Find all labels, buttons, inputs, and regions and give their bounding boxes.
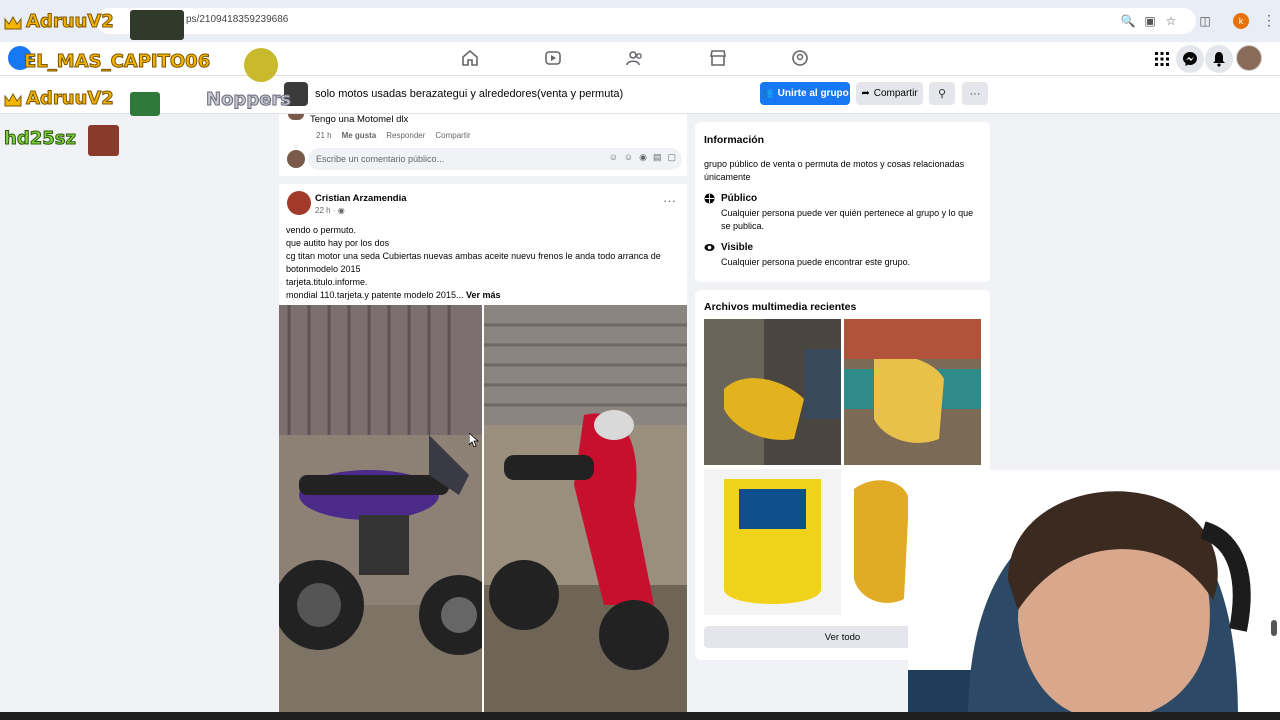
join-group-icon: 👥 bbox=[761, 88, 774, 99]
browser-toolbar: ps/2109418359239686 🔍 ▣ ☆ ◫ k ⋮ bbox=[0, 0, 1280, 42]
more-horizontal-icon: ··· bbox=[969, 87, 981, 100]
media-thumbnail[interactable] bbox=[704, 469, 841, 615]
sticker-icon[interactable]: ▢ bbox=[667, 152, 676, 163]
group-title[interactable]: solo motos usadas berazategui y alrededo… bbox=[315, 88, 623, 100]
chat-username: AdruuV2 bbox=[26, 88, 115, 110]
gif-icon[interactable]: ▤ bbox=[653, 152, 662, 163]
home-icon[interactable] bbox=[460, 48, 480, 68]
gaming-icon[interactable] bbox=[790, 48, 810, 68]
user-avatar[interactable] bbox=[1236, 45, 1262, 71]
zoom-icon[interactable]: 🔍 bbox=[1120, 13, 1136, 29]
group-search-button[interactable]: ⚲ bbox=[929, 82, 955, 105]
post-meta: 22 h · ◉ bbox=[315, 206, 345, 215]
chat-username: hd25sz bbox=[4, 128, 77, 150]
post-line: mondial 110.tarjeta.y patente modelo 201… bbox=[286, 290, 464, 300]
comment-input[interactable]: Escribe un comentario público... ☺ ☺ ◉ ▤… bbox=[308, 148, 682, 170]
globe-icon bbox=[704, 193, 715, 204]
comment-actions: 21 h Me gusta Responder Compartir bbox=[316, 131, 471, 140]
chat-emote bbox=[130, 92, 160, 116]
post-photo-red-scooter[interactable] bbox=[484, 305, 687, 713]
chat-username: EL_MAS_CAPITO06 bbox=[23, 51, 211, 73]
mouse-cursor-icon bbox=[469, 433, 479, 447]
comment-text: Tengo una Motomel dlx bbox=[310, 114, 409, 125]
share-label: Compartir bbox=[873, 88, 918, 99]
media-thumbnail[interactable] bbox=[844, 319, 981, 465]
post-line: tarjeta.titulo.informe. bbox=[286, 277, 368, 287]
camera-icon[interactable]: ◉ bbox=[639, 152, 647, 163]
url-text: ps/2109418359239686 bbox=[186, 14, 289, 25]
comment-time[interactable]: 21 h bbox=[316, 131, 332, 140]
post-line: que autito hay por los dos bbox=[286, 238, 390, 248]
video-icon[interactable] bbox=[543, 48, 563, 68]
info-description: grupo público de venta o permuta de moto… bbox=[704, 159, 965, 182]
post-time[interactable]: 22 h · bbox=[315, 206, 338, 215]
taskbar bbox=[0, 712, 1280, 720]
extensions-icon[interactable]: ◫ bbox=[1197, 13, 1213, 29]
notifications-bell-icon[interactable] bbox=[1205, 45, 1233, 73]
post-line: botonmodelo 2015 bbox=[286, 264, 361, 274]
chat-emote bbox=[130, 10, 184, 40]
post-author-avatar[interactable] bbox=[287, 191, 311, 215]
avatar-sticker-icon[interactable]: ☺ bbox=[609, 152, 618, 163]
messenger-icon[interactable] bbox=[1176, 45, 1204, 73]
group-more-button[interactable]: ··· bbox=[962, 82, 988, 105]
marketplace-icon[interactable] bbox=[708, 48, 728, 68]
share-button[interactable]: ➦ Compartir bbox=[856, 82, 923, 105]
post-line-last: mondial 110.tarjeta.y patente modelo 201… bbox=[286, 289, 681, 302]
join-group-button[interactable]: 👥 Unirte al grupo bbox=[760, 82, 850, 105]
public-description: Cualquier persona puede ver quién perten… bbox=[721, 208, 974, 231]
chat-username: AdruuV2 bbox=[26, 11, 115, 33]
browser-profile-avatar[interactable]: k bbox=[1233, 13, 1249, 29]
cast-icon[interactable]: ▣ bbox=[1142, 13, 1158, 29]
see-more-link[interactable]: Ver más bbox=[466, 290, 501, 300]
info-title: Información bbox=[704, 134, 765, 146]
post-author-name[interactable]: Cristian Arzamendia bbox=[315, 193, 407, 204]
bookmark-star-icon[interactable]: ☆ bbox=[1163, 13, 1179, 29]
group-header-bar: solo motos usadas berazategui y alrededo… bbox=[0, 76, 1280, 114]
current-user-avatar bbox=[287, 150, 305, 168]
share-arrow-icon: ➦ bbox=[861, 88, 870, 99]
crown-icon bbox=[4, 16, 22, 30]
eye-icon bbox=[704, 244, 715, 251]
browser-menu-icon[interactable]: ⋮ bbox=[1262, 12, 1276, 29]
address-bar[interactable]: ps/2109418359239686 bbox=[96, 8, 1196, 34]
visible-description: Cualquier persona puede encontrar este g… bbox=[721, 257, 911, 267]
comment-like-link[interactable]: Me gusta bbox=[342, 131, 377, 140]
post-text: vendo o permuto. que autito hay por los … bbox=[286, 224, 681, 302]
media-title: Archivos multimedia recientes bbox=[704, 301, 857, 313]
public-title: Público bbox=[721, 193, 758, 204]
comment-share-link[interactable]: Compartir bbox=[435, 131, 470, 140]
chat-emote bbox=[244, 48, 278, 82]
comment-tools: ☺ ☺ ◉ ▤ ▢ bbox=[609, 152, 676, 163]
chat-emote bbox=[88, 125, 119, 156]
audience-globe-icon: ◉ bbox=[337, 206, 345, 215]
search-icon: ⚲ bbox=[937, 88, 947, 100]
crown-icon bbox=[4, 93, 22, 107]
chat-emote-text: Noppers bbox=[206, 89, 292, 111]
scrollbar-thumb[interactable] bbox=[1271, 620, 1277, 636]
join-group-label: Unirte al grupo bbox=[777, 88, 849, 99]
groups-icon[interactable] bbox=[625, 48, 645, 68]
post-line: vendo o permuto. bbox=[286, 225, 357, 235]
comment-placeholder: Escribe un comentario público... bbox=[316, 154, 445, 164]
comment-reply-link[interactable]: Responder bbox=[386, 131, 425, 140]
post-photo-purple-motorcycle[interactable] bbox=[279, 305, 482, 713]
post-line: cg titan motor una seda Cubiertas nuevas… bbox=[286, 251, 661, 261]
post-options-icon[interactable]: ··· bbox=[663, 193, 676, 208]
visible-title: Visible bbox=[721, 242, 754, 253]
media-thumbnail[interactable] bbox=[704, 319, 841, 465]
emoji-icon[interactable]: ☺ bbox=[624, 152, 633, 163]
streamer-webcam bbox=[908, 470, 1280, 720]
menu-grid-icon[interactable] bbox=[1148, 45, 1176, 73]
